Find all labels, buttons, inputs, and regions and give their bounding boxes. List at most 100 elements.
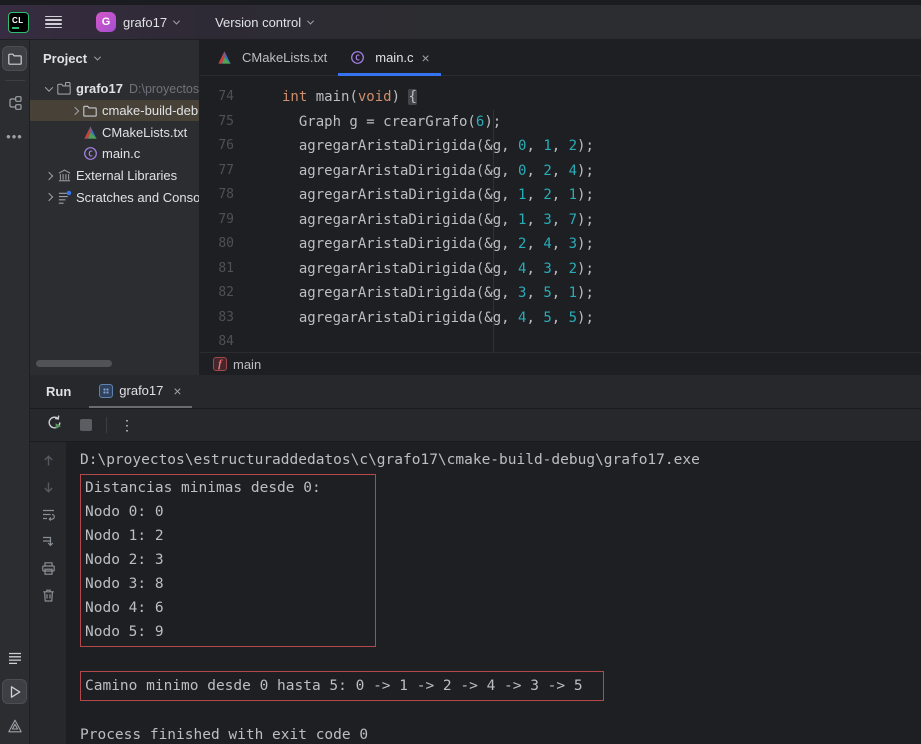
vcs-widget[interactable]: Version control bbox=[213, 11, 315, 34]
tree-item-grafo17[interactable]: grafo17D:\proyectos bbox=[30, 78, 199, 100]
folder-icon bbox=[7, 51, 23, 67]
app-icon bbox=[99, 384, 113, 398]
close-tab-icon[interactable]: × bbox=[422, 50, 430, 66]
line-number[interactable]: 82 bbox=[200, 281, 234, 306]
code-line-77[interactable]: 77 agregarAristaDirigida(&g, 0, 2, 4); bbox=[200, 159, 921, 184]
scroll-to-end-button[interactable] bbox=[38, 531, 58, 551]
console-blank-line bbox=[80, 701, 921, 724]
tree-item-main-c[interactable]: Cmain.c bbox=[30, 143, 199, 165]
breadcrumb-item-main[interactable]: main bbox=[233, 357, 261, 372]
code-text: agregarAristaDirigida(&g, 0, 1, 2); bbox=[234, 134, 594, 159]
project-panel-title: Project bbox=[43, 51, 87, 66]
code-line-81[interactable]: 81 agregarAristaDirigida(&g, 4, 3, 2); bbox=[200, 257, 921, 282]
svg-text:C: C bbox=[355, 53, 360, 62]
line-number[interactable]: 75 bbox=[200, 110, 234, 135]
code-line-78[interactable]: 78 agregarAristaDirigida(&g, 1, 2, 1); bbox=[200, 183, 921, 208]
code-line-84[interactable]: 84 bbox=[200, 330, 921, 352]
tree-item-label: grafo17 bbox=[76, 81, 123, 96]
tab-label: CMakeLists.txt bbox=[242, 50, 327, 65]
line-number[interactable]: 78 bbox=[200, 183, 234, 208]
line-number[interactable]: 83 bbox=[200, 306, 234, 331]
code-line-79[interactable]: 79 agregarAristaDirigida(&g, 1, 3, 7); bbox=[200, 208, 921, 233]
main-menu-icon[interactable] bbox=[45, 16, 62, 29]
structure-icon bbox=[7, 95, 23, 111]
rerun-button[interactable] bbox=[42, 413, 66, 437]
line-number[interactable]: 76 bbox=[200, 134, 234, 159]
horizontal-scrollbar[interactable] bbox=[36, 360, 112, 367]
chevron-right-icon[interactable] bbox=[42, 173, 56, 179]
tree-item-cmakelists-txt[interactable]: CMakeLists.txt bbox=[30, 121, 199, 143]
console-output[interactable]: D:\proyectos\estructuraddedatos\c\grafo1… bbox=[66, 442, 921, 744]
cmake-tool-button[interactable] bbox=[2, 713, 27, 738]
more-tool-windows-button[interactable]: ••• bbox=[2, 124, 27, 149]
line-number[interactable]: 74 bbox=[200, 85, 234, 110]
run-options-button[interactable]: ⋮ bbox=[115, 413, 139, 437]
run-panel-title: Run bbox=[30, 375, 89, 408]
line-number[interactable]: 81 bbox=[200, 257, 234, 282]
annotation-box-shortest-path: Camino minimo desde 0 hasta 5: 0 -> 1 ->… bbox=[80, 671, 604, 701]
line-number[interactable]: 77 bbox=[200, 159, 234, 184]
code-text: agregarAristaDirigida(&g, 4, 3, 2); bbox=[234, 257, 594, 282]
close-icon[interactable]: × bbox=[173, 383, 181, 399]
tree-item-external-libraries[interactable]: External Libraries bbox=[30, 165, 199, 187]
play-icon bbox=[7, 684, 23, 700]
console-line: Distancias minimas desde 0: bbox=[85, 476, 369, 500]
scratches-icon bbox=[56, 189, 72, 205]
tab-cmakelists-txt[interactable]: CMakeLists.txt bbox=[205, 40, 338, 75]
folder-icon bbox=[82, 103, 98, 119]
print-button[interactable] bbox=[38, 558, 58, 578]
chevron-right-icon[interactable] bbox=[42, 194, 56, 200]
console-line: Nodo 3: 8 bbox=[85, 572, 369, 596]
project-folder-icon bbox=[56, 81, 72, 97]
line-number[interactable]: 79 bbox=[200, 208, 234, 233]
run-header: Run grafo17 × bbox=[30, 375, 921, 409]
clion-logo-icon[interactable]: CL bbox=[8, 12, 29, 33]
project-tool-button[interactable] bbox=[2, 46, 27, 71]
printer-icon bbox=[41, 561, 56, 576]
cmake-icon bbox=[216, 50, 232, 66]
tree-item-label: External Libraries bbox=[76, 168, 177, 183]
code-text: agregarAristaDirigida(&g, 1, 2, 1); bbox=[234, 183, 594, 208]
project-panel-header[interactable]: Project bbox=[30, 40, 199, 76]
trash-icon bbox=[41, 588, 56, 603]
tree-item-cmake-build-debu[interactable]: cmake-build-debu bbox=[30, 100, 199, 122]
code-line-83[interactable]: 83 agregarAristaDirigida(&g, 4, 5, 5); bbox=[200, 306, 921, 331]
prev-occurrence-button[interactable] bbox=[38, 450, 58, 470]
console-gutter bbox=[30, 442, 66, 744]
scroll-to-end-icon bbox=[41, 534, 56, 549]
notifications-tool-button[interactable] bbox=[2, 645, 27, 670]
code-text: agregarAristaDirigida(&g, 2, 4, 3); bbox=[234, 232, 594, 257]
code-line-76[interactable]: 76 agregarAristaDirigida(&g, 0, 1, 2); bbox=[200, 134, 921, 159]
code-line-80[interactable]: 80 agregarAristaDirigida(&g, 2, 4, 3); bbox=[200, 232, 921, 257]
structure-tool-button[interactable] bbox=[2, 90, 27, 115]
kebab-menu-icon: ⋮ bbox=[120, 423, 134, 427]
line-number[interactable]: 84 bbox=[200, 330, 234, 352]
run-console: D:\proyectos\estructuraddedatos\c\grafo1… bbox=[30, 442, 921, 744]
stop-button[interactable] bbox=[74, 413, 98, 437]
code-text: agregarAristaDirigida(&g, 3, 5, 1); bbox=[234, 281, 594, 306]
c-file-icon: C bbox=[349, 50, 365, 66]
tool-window-stripe: ••• bbox=[0, 40, 30, 744]
next-occurrence-button[interactable] bbox=[38, 477, 58, 497]
code-line-75[interactable]: 75 Graph g = crearGrafo(6); bbox=[200, 110, 921, 135]
run-tool-button[interactable] bbox=[2, 679, 27, 704]
project-switcher[interactable]: G grafo17 bbox=[78, 8, 181, 36]
line-number[interactable]: 80 bbox=[200, 232, 234, 257]
code-line-82[interactable]: 82 agregarAristaDirigida(&g, 3, 5, 1); bbox=[200, 281, 921, 306]
code-line-74[interactable]: 74int main(void) { bbox=[200, 85, 921, 110]
soft-wrap-button[interactable] bbox=[38, 504, 58, 524]
breadcrumb: f main bbox=[200, 352, 921, 375]
code-text: Graph g = crearGrafo(6); bbox=[234, 110, 501, 135]
run-tab-grafo17[interactable]: grafo17 × bbox=[89, 375, 191, 408]
project-avatar: G bbox=[96, 12, 116, 32]
chevron-down-icon bbox=[173, 17, 180, 24]
chevron-down-icon bbox=[307, 17, 314, 24]
clear-all-button[interactable] bbox=[38, 585, 58, 605]
tree-item-scratches-and-conso[interactable]: Scratches and Conso bbox=[30, 186, 199, 208]
chevron-right-icon[interactable] bbox=[68, 108, 82, 114]
tab-main-c[interactable]: Cmain.c× bbox=[338, 40, 440, 75]
c-file-icon: C bbox=[82, 146, 98, 162]
chevron-down-icon[interactable] bbox=[42, 86, 56, 92]
code-editor[interactable]: 74int main(void) {75 Graph g = crearGraf… bbox=[200, 76, 921, 352]
stripe-divider bbox=[5, 80, 25, 81]
